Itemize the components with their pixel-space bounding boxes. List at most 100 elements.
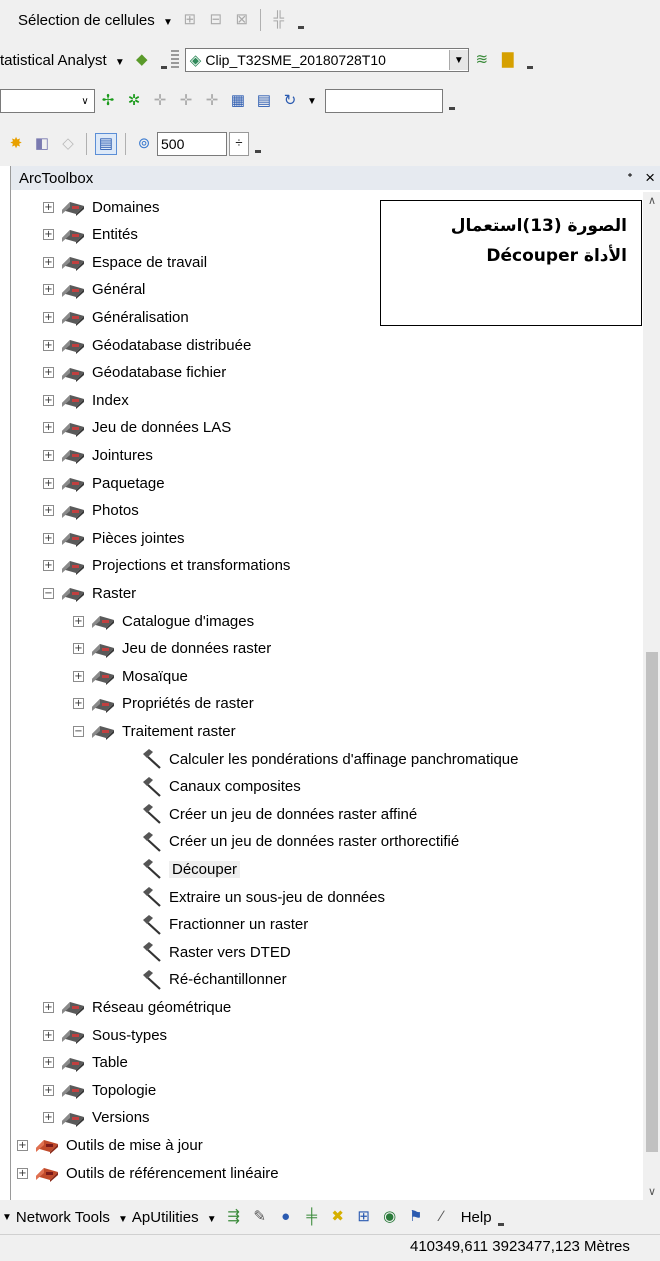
- attributes-icon[interactable]: ▤: [254, 91, 274, 111]
- expand-icon[interactable]: +: [43, 256, 54, 268]
- scale-spinner[interactable]: ÷: [229, 132, 249, 156]
- toolbox-item[interactable]: + Photos: [43, 498, 139, 524]
- tool-item[interactable]: Créer un jeu de données raster affiné: [141, 801, 417, 827]
- toolbox-item[interactable]: + Espace de travail: [43, 249, 207, 275]
- toolbar-options-icon[interactable]: [497, 1208, 504, 1226]
- tree-scrollbar[interactable]: ∧ ∨: [643, 192, 660, 1200]
- add-junction-icon[interactable]: ●: [276, 1207, 296, 1227]
- close-icon[interactable]: ×: [645, 168, 655, 187]
- flag-icon[interactable]: ⚑: [406, 1207, 426, 1227]
- scroll-up-icon[interactable]: ∧: [643, 194, 660, 207]
- expand-icon[interactable]: +: [43, 367, 54, 379]
- editor-text-input[interactable]: [324, 89, 443, 113]
- expand-icon[interactable]: +: [43, 339, 54, 351]
- select-cells-icon[interactable]: ⊞: [180, 10, 200, 30]
- tool-item[interactable]: Découper: [141, 856, 241, 882]
- expand-icon[interactable]: +: [43, 1001, 54, 1013]
- expand-icon[interactable]: +: [73, 670, 84, 682]
- tool-item[interactable]: Canaux composites: [141, 774, 301, 800]
- toolbox-item[interactable]: + Mosaïque: [73, 663, 188, 689]
- collapse-icon[interactable]: −: [73, 725, 84, 737]
- add-edge-icon[interactable]: ╪: [302, 1207, 322, 1227]
- add-row-icon[interactable]: ⊟: [206, 10, 226, 30]
- toolbox-item[interactable]: + Topologie: [43, 1077, 156, 1103]
- toolbox-item[interactable]: + Entités: [43, 222, 138, 248]
- expand-icon[interactable]: +: [43, 229, 54, 241]
- toolbox-item[interactable]: + Versions: [43, 1105, 150, 1131]
- expand-icon[interactable]: +: [43, 532, 54, 544]
- expand-icon[interactable]: +: [43, 201, 54, 213]
- cell-selection-dropdown[interactable]: Sélection de cellules ▼: [18, 12, 177, 29]
- network-icon[interactable]: ⊞: [354, 1207, 374, 1227]
- barrier-icon[interactable]: ✖: [328, 1207, 348, 1227]
- rotate-icon[interactable]: ↻: [280, 91, 300, 111]
- table-icon[interactable]: ▦: [228, 91, 248, 111]
- toolbox-item[interactable]: + Général: [43, 277, 145, 303]
- toolbox-item[interactable]: + Réseau géométrique: [43, 994, 231, 1020]
- collapse-icon[interactable]: −: [43, 587, 54, 599]
- help-button[interactable]: Help: [461, 1209, 492, 1226]
- vertex-delete-icon[interactable]: ✛: [202, 91, 222, 111]
- toolbox-item[interactable]: + Généralisation: [43, 304, 189, 330]
- toolbox-item[interactable]: + Outils de référencement linéaire: [17, 1160, 279, 1186]
- globe-icon[interactable]: ◉: [380, 1207, 400, 1227]
- add-column-icon[interactable]: ⊠: [232, 10, 252, 30]
- sketch-icon[interactable]: ✲: [124, 91, 144, 111]
- tool-item[interactable]: Fractionner un raster: [141, 912, 308, 938]
- toolbox-item[interactable]: + Géodatabase fichier: [43, 360, 226, 386]
- tool-item[interactable]: Raster vers DTED: [141, 939, 291, 965]
- expand-icon[interactable]: +: [17, 1139, 28, 1151]
- toolbox-item[interactable]: + Table: [43, 1050, 128, 1076]
- expand-icon[interactable]: +: [43, 311, 54, 323]
- chevron-down-icon[interactable]: ▼: [448, 50, 468, 70]
- expand-icon[interactable]: +: [43, 505, 54, 517]
- expand-icon[interactable]: +: [43, 477, 54, 489]
- expand-icon[interactable]: +: [73, 643, 84, 655]
- toolbar-options-icon[interactable]: [297, 11, 304, 29]
- histogram-icon[interactable]: ▇: [498, 50, 518, 70]
- scroll-down-icon[interactable]: ∨: [643, 1185, 660, 1198]
- expand-icon[interactable]: +: [73, 698, 84, 710]
- toolbox-item[interactable]: + Domaines: [43, 194, 160, 220]
- toolbox-item[interactable]: + Jointures: [43, 442, 153, 468]
- sun-icon[interactable]: ✸: [6, 134, 26, 154]
- edit-icon[interactable]: ∕: [432, 1207, 452, 1227]
- toolbar-grip[interactable]: [170, 50, 179, 70]
- scale-icon[interactable]: ⊚: [134, 134, 154, 154]
- expand-icon[interactable]: +: [43, 394, 54, 406]
- tool-item[interactable]: Extraire un sous-jeu de données: [141, 884, 385, 910]
- expand-icon[interactable]: +: [43, 560, 54, 572]
- toolbox-item[interactable]: + Catalogue d'images: [73, 608, 254, 634]
- expand-icon[interactable]: +: [43, 1029, 54, 1041]
- toolbar-options-icon[interactable]: [255, 135, 261, 153]
- layer-combo[interactable]: ◈ Clip_T32SME_20180728T10 ▼: [184, 48, 469, 72]
- expand-icon[interactable]: +: [17, 1167, 28, 1179]
- expand-icon[interactable]: +: [43, 449, 54, 461]
- chevron-down-icon[interactable]: ▼: [307, 96, 317, 107]
- chevron-down-icon[interactable]: ▼: [2, 1212, 12, 1223]
- eraser-icon[interactable]: ◇: [58, 134, 78, 154]
- split-icon[interactable]: ╬: [269, 10, 289, 30]
- fingerprint-icon[interactable]: ≋: [472, 50, 492, 70]
- expand-icon[interactable]: +: [43, 284, 54, 296]
- network-tools-menu[interactable]: Network Tools ▼: [16, 1209, 132, 1226]
- layers-icon[interactable]: ◧: [32, 134, 52, 154]
- pencil-icon[interactable]: ✎: [250, 1207, 270, 1227]
- toolbox-item[interactable]: + Index: [43, 387, 129, 413]
- toolbox-item[interactable]: + Sous-types: [43, 1022, 167, 1048]
- tool-item[interactable]: Créer un jeu de données raster orthorect…: [141, 829, 459, 855]
- toolbox-item[interactable]: + Pièces jointes: [43, 525, 185, 551]
- aputilities-menu[interactable]: ApUtilities ▼: [132, 1209, 221, 1226]
- table-select-icon[interactable]: ▤: [95, 133, 117, 155]
- network-flow-icon[interactable]: ⇶: [224, 1207, 244, 1227]
- toolbox-item[interactable]: + Paquetage: [43, 470, 165, 496]
- add-point-icon[interactable]: ✢: [98, 91, 118, 111]
- scale-input[interactable]: 500: [157, 132, 227, 156]
- scrollbar-thumb[interactable]: [646, 652, 658, 1152]
- chevron-down-icon[interactable]: ∨: [76, 91, 94, 111]
- toolbox-item[interactable]: + Propriétés de raster: [73, 691, 254, 717]
- toolbox-item[interactable]: − Traitement raster: [73, 718, 236, 744]
- statistical-analyst-dropdown[interactable]: tatistical Analyst ▼: [0, 52, 129, 69]
- toolbar-options-icon[interactable]: [160, 51, 167, 69]
- toolbox-item[interactable]: − Raster: [43, 580, 136, 606]
